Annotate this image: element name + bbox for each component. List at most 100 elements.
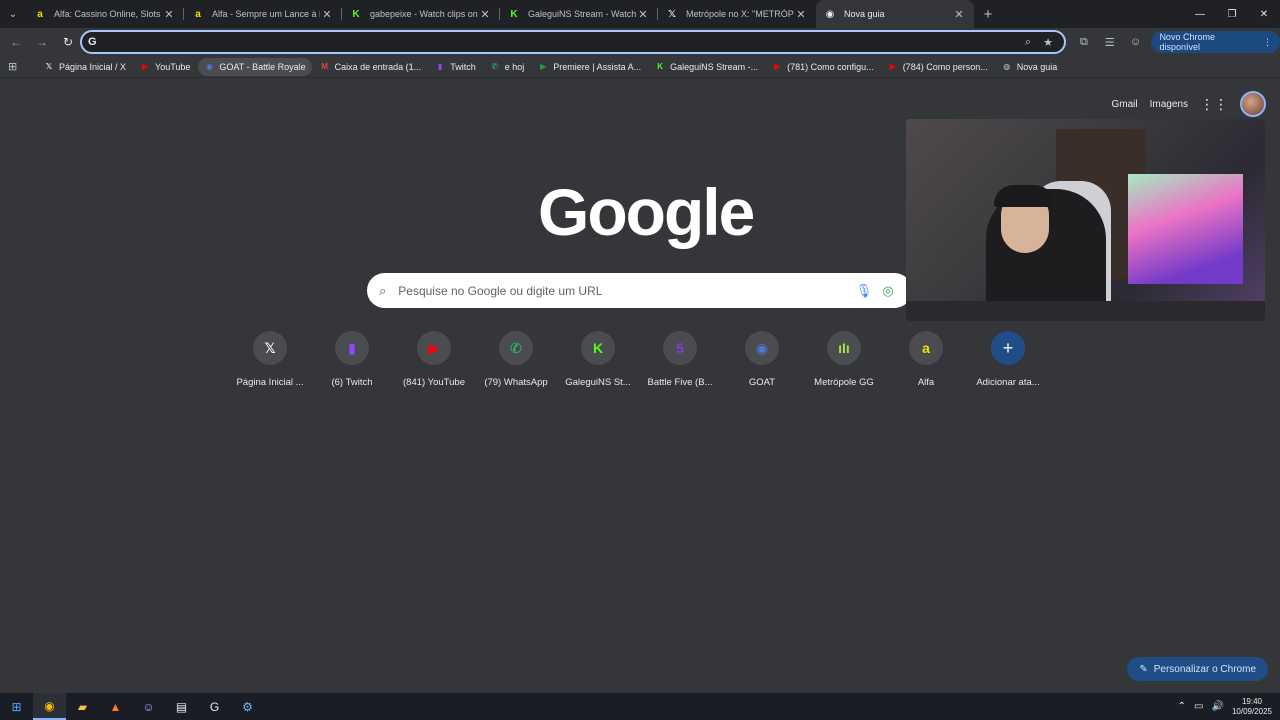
close-tab-icon[interactable]: ✕	[162, 8, 176, 21]
add-shortcut-button[interactable]: + Adicionar ata...	[967, 331, 1049, 388]
microphone-icon[interactable]: 🎙	[852, 283, 876, 299]
bookmark-item[interactable]: ▶ Premiere | Assista A...	[532, 58, 647, 76]
chrome-update-button[interactable]: Novo Chrome disponível ⋮	[1151, 31, 1280, 53]
bookmark-label: GOAT - Battle Royale	[219, 61, 306, 72]
shortcut-tile[interactable]: ıIı Metrópole GG	[803, 331, 885, 388]
shortcut-label: GOAT	[748, 377, 776, 388]
clock[interactable]: 19:40 10/09/2025	[1232, 697, 1272, 717]
bookmark-favicon-icon: M	[321, 62, 328, 71]
keyboard-app-icon[interactable]: ▤	[165, 693, 198, 720]
bookmark-label: Nova guia	[1016, 61, 1058, 72]
bookmark-item[interactable]: 𝕏 Página Inicial / X	[38, 58, 132, 76]
shortcut-icon: K	[581, 331, 615, 365]
customize-chrome-label: Personalizar o Chrome	[1153, 663, 1256, 675]
search-box[interactable]: ⌕ Pesquise no Google ou digite um URL 🎙 …	[367, 273, 912, 308]
shortcut-label: (6) Twitch	[331, 377, 373, 388]
shortcut-icon: 5	[663, 331, 697, 365]
shortcut-label: (79) WhatsApp	[484, 377, 548, 388]
kick-icon: K	[352, 8, 360, 20]
file-explorer-icon[interactable]: ▰	[66, 693, 99, 720]
shortcut-icon: ▶	[417, 331, 451, 365]
tab-search-button[interactable]: ⌄	[0, 0, 26, 28]
extensions-icon[interactable]: ⧉	[1074, 30, 1094, 54]
bookmark-item[interactable]: ✆ e hoj	[484, 58, 531, 76]
steam-icon[interactable]: ⚙	[231, 693, 264, 720]
alfa-icon: a	[195, 8, 201, 20]
bookmark-item[interactable]: K GaleguiNS Stream -...	[649, 58, 764, 76]
close-window-button[interactable]: ✕	[1248, 0, 1280, 28]
tab-0[interactable]: a Alfa: Cassino Online, Slots e Jogos✕	[26, 0, 184, 28]
customize-chrome-button[interactable]: ✎ Personalizar o Chrome	[1127, 657, 1268, 681]
shortcut-tile[interactable]: ▮ (6) Twitch	[311, 331, 393, 388]
tab-5[interactable]: ◉ Nova guia ✕	[816, 0, 974, 28]
shortcut-tile[interactable]: a Alfa	[885, 331, 967, 388]
shortcut-icon: ıIı	[827, 331, 861, 365]
tab-title: GaleguiNS Stream - Watch Live	[528, 9, 636, 19]
zoom-icon[interactable]: ⌕	[1018, 36, 1038, 49]
bookmark-item[interactable]: ▶ (784) Como person...	[882, 58, 994, 76]
bookmark-item[interactable]: M Caixa de entrada (1...	[314, 58, 428, 76]
restore-button[interactable]: ❐	[1216, 0, 1248, 28]
bookmarks-bar: ⊞ 𝕏 Página Inicial / X ▶ YouTube ◉ GOAT - Bat…	[0, 56, 1280, 78]
shortcut-label: (841) YouTube	[403, 377, 465, 388]
app-orange-icon[interactable]: ▲	[99, 693, 132, 720]
address-bar[interactable]: G ⌕ ★	[80, 30, 1066, 54]
minimize-button[interactable]: —	[1184, 0, 1216, 28]
apps-grid-icon[interactable]: ⊞	[8, 60, 28, 73]
shortcut-tile[interactable]: ▶ (841) YouTube	[393, 331, 475, 388]
shortcut-tile[interactable]: 5 Battle Five (B...	[639, 331, 721, 388]
bookmark-label: Página Inicial / X	[59, 61, 127, 72]
bookmark-label: Twitch	[450, 61, 476, 72]
alfa-icon: a	[37, 8, 43, 20]
more-vert-icon[interactable]: ⋮	[1263, 37, 1272, 48]
bookmark-star-icon[interactable]: ★	[1038, 36, 1058, 49]
chevron-up-icon[interactable]: ⌃	[1178, 701, 1186, 712]
window-controls: — ❐ ✕	[1184, 0, 1280, 28]
bookmark-item[interactable]: ▶ (781) Como configu...	[766, 58, 880, 76]
tab-strip: ⌄ aAlfa: Cassino Online, Slots e Jogos✕a…	[0, 0, 1280, 28]
tab-1[interactable]: a Alfa - Sempre um Lance à Frente✕	[184, 0, 342, 28]
bookmark-favicon-icon: ▮	[437, 62, 443, 71]
tab-2[interactable]: Kgabepeixe - Watch clips on Kick✕	[342, 0, 500, 28]
chrome-icon: ◉	[825, 8, 835, 20]
google-lens-icon[interactable]: ◎	[876, 283, 900, 299]
tab-3[interactable]: K GaleguiNS Stream - Watch Live✕	[500, 0, 658, 28]
close-tab-icon[interactable]: ✕	[478, 8, 492, 21]
close-tab-icon[interactable]: ✕	[952, 8, 966, 21]
google-apps-icon[interactable]: ⋮⋮	[1200, 96, 1228, 113]
new-tab-button[interactable]: +	[974, 6, 1002, 23]
shortcut-icon: ✆	[499, 331, 533, 365]
windows-start-icon[interactable]: ⊞	[0, 693, 33, 720]
bookmark-item[interactable]: ◉ GOAT - Battle Royale	[198, 57, 312, 76]
tab-4[interactable]: 𝕏 Metrópole no X: "METRÓPOLE✕	[658, 0, 816, 28]
bookmark-item[interactable]: ▶ YouTube	[134, 58, 196, 76]
discord-icon[interactable]: ☺	[132, 693, 165, 720]
shortcut-label: Metrópole GG	[814, 377, 874, 388]
forward-button[interactable]: →	[30, 30, 54, 54]
close-tab-icon[interactable]: ✕	[636, 8, 650, 21]
chrome-taskbar-icon[interactable]: ◉	[33, 693, 66, 720]
bookmark-item[interactable]: ◍ Nova guia	[996, 58, 1064, 76]
bookmark-label: e hoj	[504, 61, 525, 72]
gmail-link[interactable]: Gmail	[1112, 99, 1138, 110]
network-icon[interactable]: ▭	[1194, 701, 1203, 712]
close-tab-icon[interactable]: ✕	[320, 8, 334, 21]
back-button[interactable]: ←	[4, 30, 28, 54]
arrow-left-icon: ←	[10, 35, 22, 49]
address-input[interactable]	[102, 36, 1018, 48]
images-link[interactable]: Imagens	[1150, 99, 1188, 110]
shortcut-tile[interactable]: K GaleguiNS St...	[557, 331, 639, 388]
avatar[interactable]	[1240, 91, 1266, 117]
volume-icon[interactable]: 🔊	[1212, 701, 1224, 712]
bookmark-favicon-icon: ▶	[774, 62, 781, 71]
bookmark-item[interactable]: ▮ Twitch	[429, 58, 482, 76]
shortcut-tile[interactable]: 𝕏 Página Inicial ...	[229, 331, 311, 388]
reading-list-icon[interactable]: ☰	[1100, 30, 1120, 54]
close-tab-icon[interactable]: ✕	[794, 8, 808, 21]
reload-button[interactable]: ↻	[56, 30, 80, 54]
shortcut-tile[interactable]: ✆ (79) WhatsApp	[475, 331, 557, 388]
shortcut-icon: a	[909, 331, 943, 365]
g-hub-icon[interactable]: G	[198, 693, 231, 720]
profile-icon[interactable]: ☺	[1126, 30, 1146, 54]
shortcut-tile[interactable]: ◉ GOAT	[721, 331, 803, 388]
